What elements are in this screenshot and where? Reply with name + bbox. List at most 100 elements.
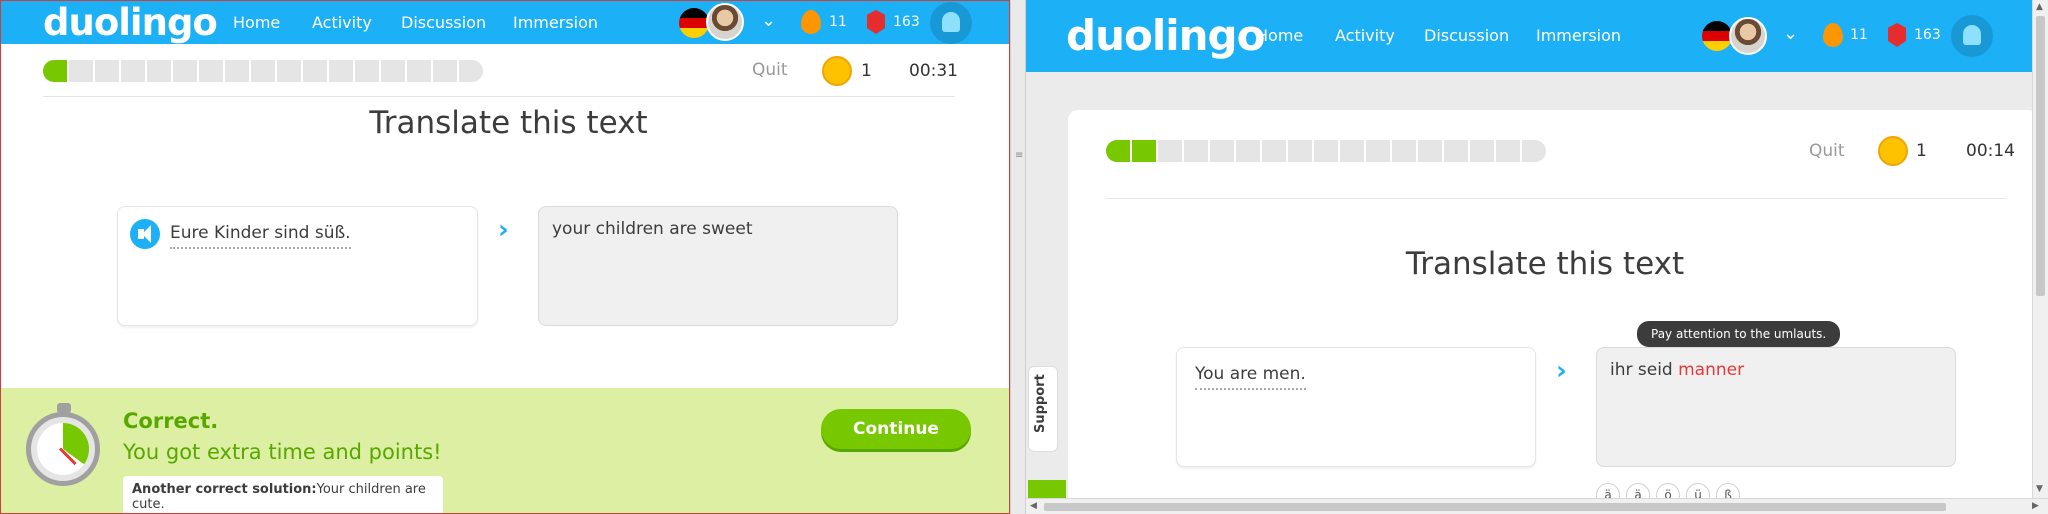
german-flag-icon[interactable] — [679, 8, 709, 38]
streak-flame-icon[interactable] — [801, 10, 821, 34]
progress-segment — [223, 60, 249, 82]
progress-segment — [249, 60, 275, 82]
progress-segment — [1286, 140, 1312, 162]
horizontal-scrollbar[interactable]: ◀ ▶ — [1026, 498, 2048, 514]
progress-segment — [1208, 140, 1234, 162]
progress-segment — [1364, 140, 1390, 162]
streak-count: 11 — [1850, 27, 1868, 43]
progress-segment — [197, 60, 223, 82]
chevron-right-icon: › — [1556, 356, 1567, 386]
streak-count: 11 — [829, 14, 847, 30]
progress-segment — [405, 60, 431, 82]
progress-segment — [119, 60, 145, 82]
drag-handle-icon[interactable]: ≡ — [1015, 150, 1023, 161]
top-nav: duolingo Home Activity Discussion Immers… — [1, 1, 1009, 44]
progress-segment — [1442, 140, 1468, 162]
answer-correct-part: ihr seid — [1610, 360, 1679, 380]
chevron-down-icon[interactable]: ⌄ — [1783, 23, 1798, 44]
stopwatch-icon — [26, 403, 100, 486]
left-window: duolingo Home Activity Discussion Immers… — [0, 0, 1010, 514]
progress-segment — [1234, 140, 1260, 162]
timer: 00:31 — [909, 61, 958, 81]
coin-count: 1 — [1916, 141, 1927, 161]
nav-home[interactable]: Home — [1256, 26, 1303, 45]
progress-segment — [275, 60, 301, 82]
gem-count: 163 — [893, 14, 920, 30]
progress-segment — [1312, 140, 1338, 162]
vertical-scrollbar[interactable]: ▲ ▼ — [2032, 0, 2048, 500]
progress-segment — [1416, 140, 1442, 162]
solution-label: Another correct solution: — [132, 482, 317, 497]
feedback-footer: Correct. You got extra time and points! … — [1, 388, 1009, 513]
scroll-down-icon[interactable]: ▼ — [2036, 484, 2043, 494]
german-flag-icon[interactable] — [1702, 21, 1732, 51]
scroll-up-icon[interactable]: ▲ — [2036, 2, 2043, 12]
split-divider[interactable]: ≡ — [1010, 0, 1026, 514]
continue-button[interactable]: Continue — [821, 409, 971, 449]
notifications-button[interactable] — [1951, 15, 1993, 57]
answer-field[interactable]: ihr seid manner — [1596, 347, 1956, 467]
chevron-right-icon: › — [498, 215, 509, 245]
quit-button[interactable]: Quit — [752, 60, 788, 80]
speaker-icon[interactable] — [130, 219, 160, 249]
avatar[interactable] — [1729, 17, 1767, 55]
gem-icon[interactable] — [1888, 23, 1906, 47]
vertical-scroll-thumb[interactable] — [2036, 16, 2045, 296]
top-nav: duolingo Home Activity Discussion Immers… — [1026, 0, 2032, 72]
progress-segment — [379, 60, 405, 82]
progress-segment — [1182, 140, 1208, 162]
nav-discussion[interactable]: Discussion — [1424, 26, 1509, 45]
feedback-subtitle: You got extra time and points! — [123, 440, 442, 464]
horizontal-scroll-thumb[interactable] — [1044, 503, 1946, 511]
prompt-text[interactable]: Eure Kinder sind süß. — [170, 223, 351, 249]
nav-activity[interactable]: Activity — [312, 13, 372, 32]
divider-line — [1106, 198, 2006, 199]
screen: duolingo Home Activity Discussion Immers… — [0, 0, 2048, 514]
progress-segment — [145, 60, 171, 82]
coin-icon — [1878, 136, 1908, 166]
streak-flame-icon[interactable] — [1823, 23, 1843, 47]
progress-segment — [93, 60, 119, 82]
coin-icon — [822, 56, 852, 86]
page-title: Translate this text — [1405, 246, 1685, 282]
scroll-left-icon[interactable]: ◀ — [1030, 501, 1037, 511]
progress-segment — [353, 60, 379, 82]
quit-button[interactable]: Quit — [1809, 141, 1845, 161]
progress-segment — [301, 60, 327, 82]
prompt-card: Eure Kinder sind süß. — [117, 206, 478, 326]
notifications-button[interactable] — [930, 2, 972, 44]
progress-segment — [1156, 140, 1182, 162]
coin-count: 1 — [861, 61, 872, 81]
green-corner — [1028, 480, 1066, 498]
avatar[interactable] — [706, 3, 744, 41]
progress-segment — [1390, 140, 1416, 162]
progress-segment — [1338, 140, 1364, 162]
chevron-down-icon[interactable]: ⌄ — [761, 10, 776, 31]
duolingo-logo[interactable]: duolingo — [1066, 9, 1265, 63]
progress-segment — [1106, 140, 1130, 162]
progress-segment — [1130, 140, 1156, 162]
answer-wrong-word: manner — [1678, 360, 1745, 380]
progress-segment — [67, 60, 93, 82]
scroll-right-icon[interactable]: ▶ — [2032, 501, 2039, 511]
alternate-solution: Another correct solution:Your children a… — [123, 476, 443, 513]
progress-segment — [327, 60, 353, 82]
nav-discussion[interactable]: Discussion — [401, 13, 486, 32]
answer-field[interactable]: your children are sweet — [538, 206, 898, 326]
page-title: Translate this text — [369, 105, 648, 141]
progress-segment — [457, 60, 483, 82]
nav-immersion[interactable]: Immersion — [513, 13, 598, 32]
nav-home[interactable]: Home — [233, 13, 280, 32]
duolingo-logo[interactable]: duolingo — [43, 1, 218, 44]
bell-icon — [942, 12, 960, 32]
support-tab[interactable]: Support — [1028, 366, 1058, 452]
prompt-card: You are men. — [1176, 347, 1536, 467]
gem-icon[interactable] — [867, 10, 885, 34]
progress-segment — [171, 60, 197, 82]
progress-segment — [1468, 140, 1494, 162]
nav-immersion[interactable]: Immersion — [1536, 26, 1621, 45]
prompt-text[interactable]: You are men. — [1195, 364, 1306, 390]
nav-activity[interactable]: Activity — [1335, 26, 1395, 45]
gem-count: 163 — [1914, 27, 1941, 43]
bell-icon — [1963, 25, 1981, 45]
